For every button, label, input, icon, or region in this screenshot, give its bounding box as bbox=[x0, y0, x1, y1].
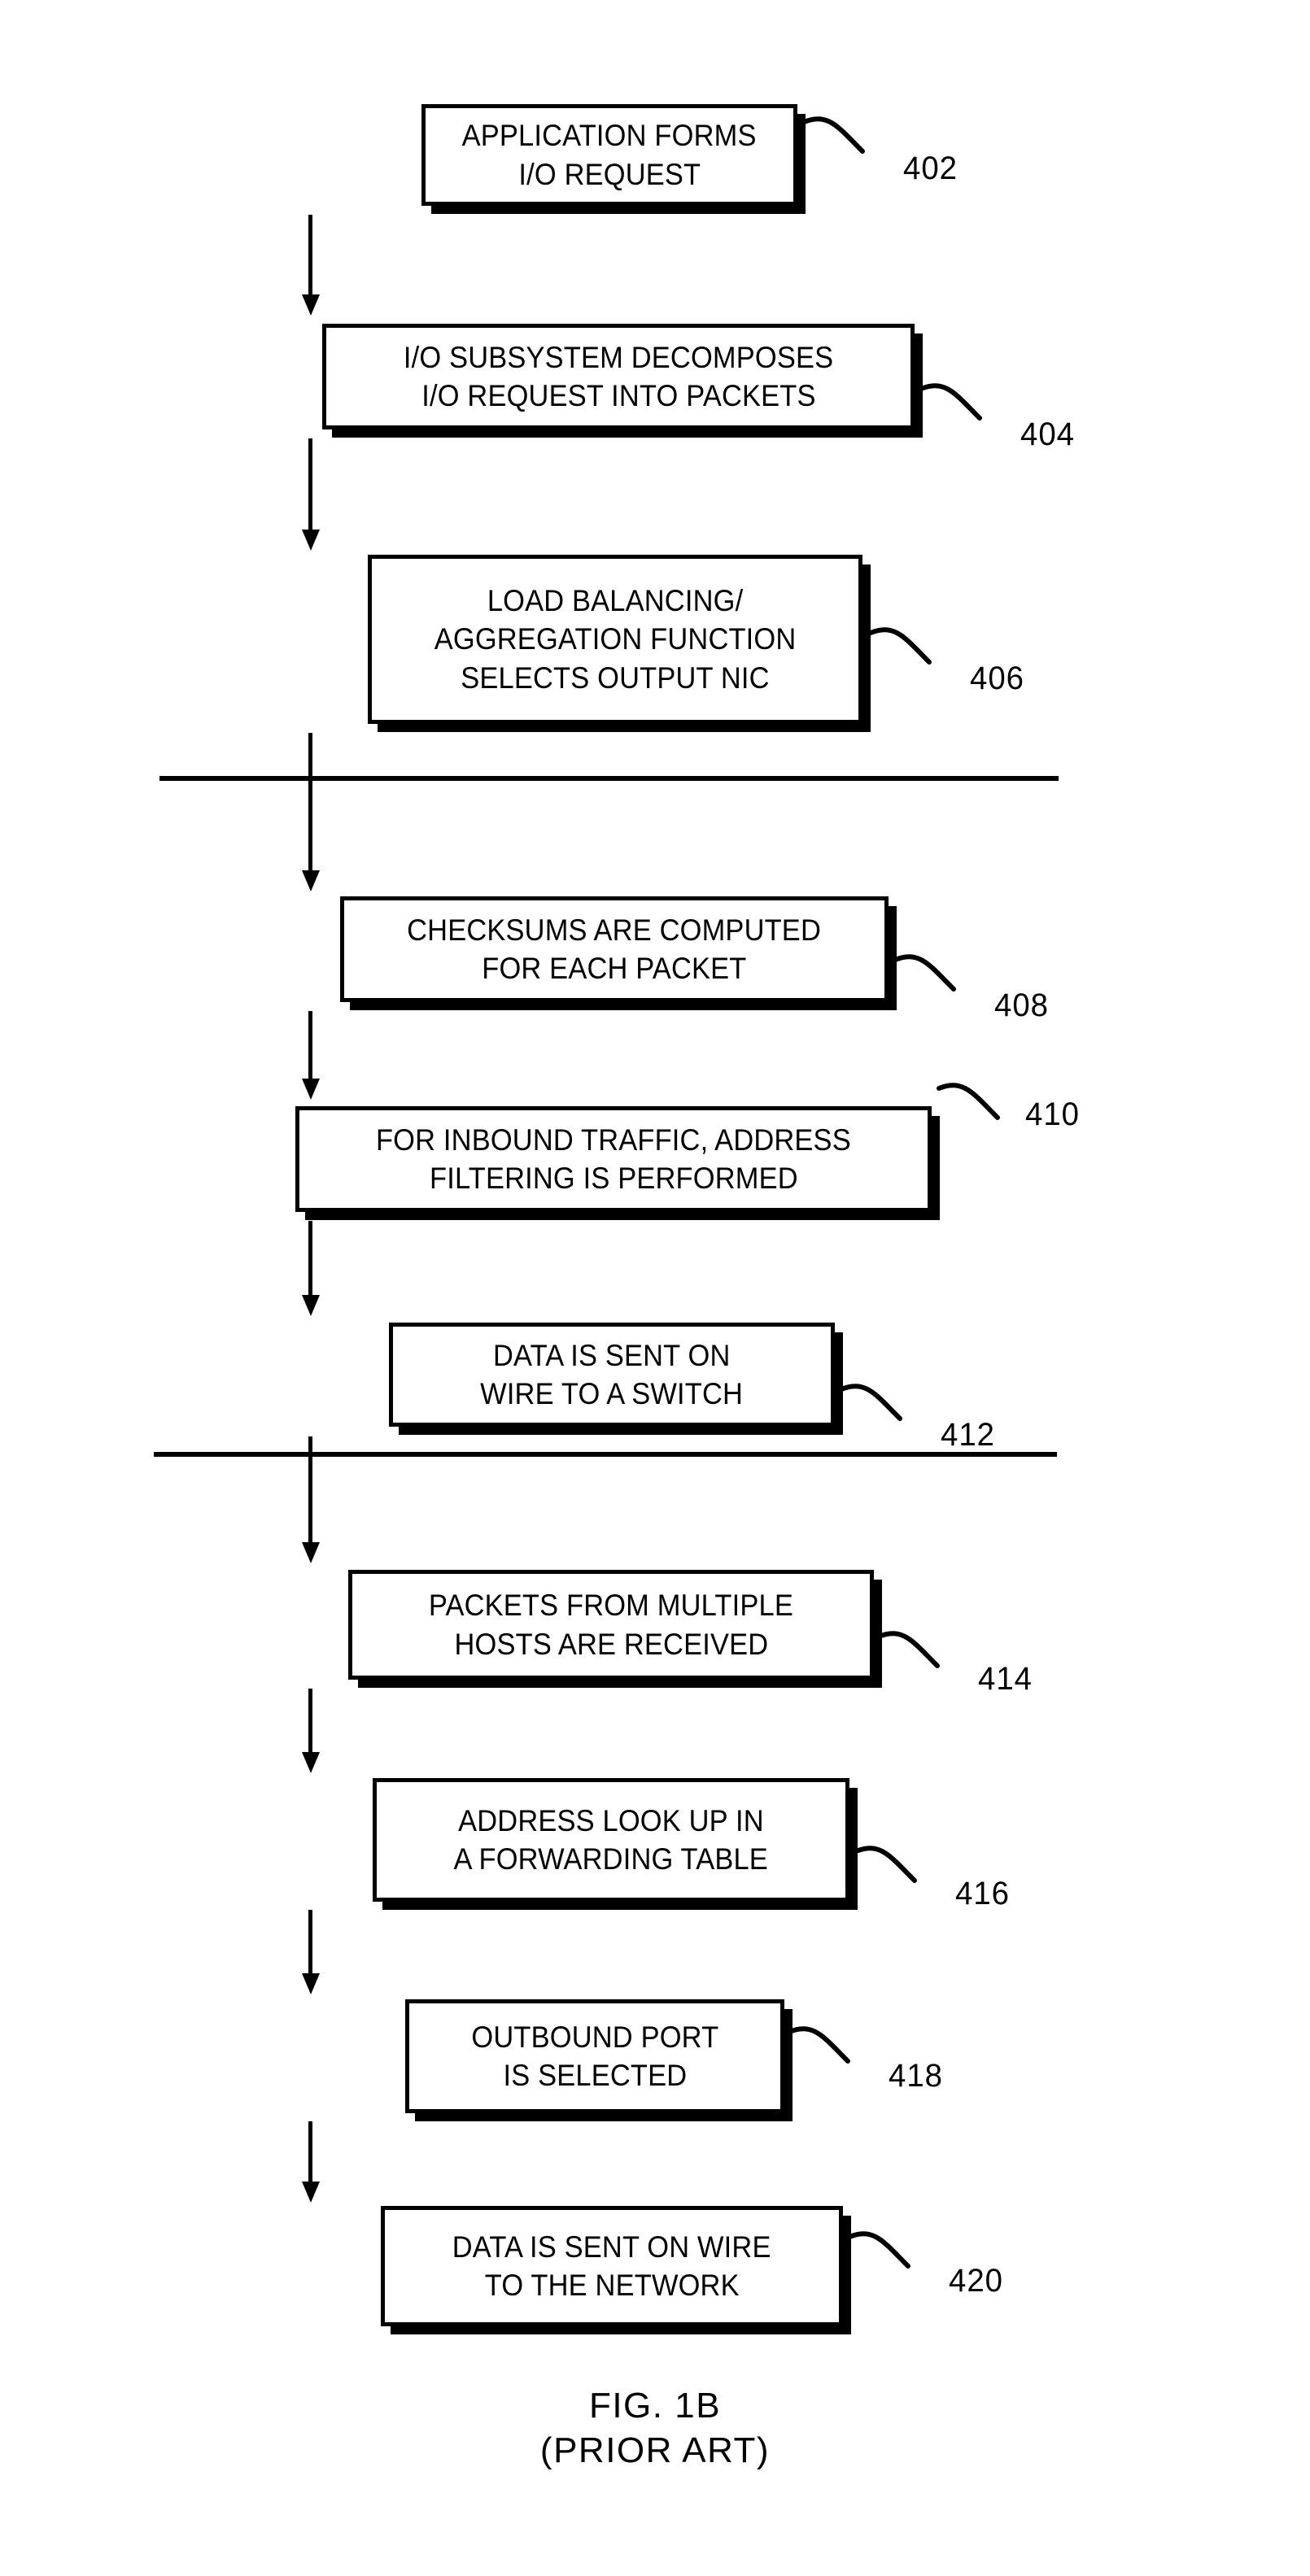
reference-numeral-420: 420 bbox=[949, 2263, 1003, 2299]
flow-node-416-line-1: ADDRESS LOOK UP IN bbox=[458, 1803, 764, 1837]
flow-node-404-line-1: I/O SUBSYSTEM DECOMPOSES bbox=[403, 340, 834, 374]
connector-410-to-412 bbox=[308, 1221, 312, 1301]
reference-numeral-414: 414 bbox=[978, 1661, 1033, 1697]
arrowhead-414-to-416 bbox=[302, 1752, 320, 1773]
arrowhead-406-to-408 bbox=[302, 870, 320, 891]
arrowhead-402-to-404 bbox=[302, 294, 320, 316]
reference-numeral-404: 404 bbox=[1020, 416, 1075, 452]
figure-caption-subtitle: (PRIOR ART) bbox=[539, 2430, 771, 2471]
connector-404-to-406 bbox=[308, 438, 312, 534]
leader-line-404 bbox=[919, 383, 982, 421]
leader-line-418 bbox=[787, 2026, 850, 2064]
flow-node-412-line-2: WIRE TO A SWITCH bbox=[480, 1377, 744, 1410]
flow-node-420-line-1: DATA IS SENT ON WIRE bbox=[452, 2229, 771, 2264]
flow-node-420: DATA IS SENT ON WIRE TO THE NETWORK bbox=[381, 2206, 843, 2326]
leader-line-416 bbox=[854, 1846, 917, 1883]
flow-node-408: CHECKSUMS ARE COMPUTED FOR EACH PACKET bbox=[340, 896, 889, 1002]
arrowhead-408-to-410 bbox=[302, 1079, 320, 1100]
connector-418-to-420 bbox=[308, 2121, 312, 2186]
flow-node-418-line-1: OUTBOUND PORT bbox=[471, 2020, 718, 2054]
flow-node-402-line-1: APPLICATION FORMS bbox=[462, 119, 757, 153]
figure-caption: FIG. 1B (PRIOR ART) bbox=[0, 2383, 1310, 2474]
flow-node-420-line-2: TO THE NETWORK bbox=[484, 2269, 740, 2302]
flow-node-404-line-2: I/O REQUEST INTO PACKETS bbox=[421, 379, 816, 412]
flow-node-404: I/O SUBSYSTEM DECOMPOSES I/O REQUEST INT… bbox=[322, 324, 915, 429]
flow-node-418-line-2: IS SELECTED bbox=[503, 2059, 687, 2092]
flow-node-402: APPLICATION FORMS I/O REQUEST bbox=[421, 104, 797, 206]
reference-numeral-408: 408 bbox=[994, 987, 1049, 1023]
figure-caption-title: FIG. 1B bbox=[588, 2386, 722, 2426]
leader-line-410 bbox=[937, 1083, 1000, 1120]
flow-node-410-line-1: FOR INBOUND TRAFFIC, ADDRESS bbox=[376, 1122, 851, 1157]
reference-numeral-410: 410 bbox=[1025, 1096, 1080, 1132]
arrowhead-410-to-412 bbox=[302, 1295, 320, 1316]
flow-node-406-line-1: LOAD BALANCING/ bbox=[487, 583, 744, 617]
connector-414-to-416 bbox=[308, 1689, 312, 1758]
leader-line-414 bbox=[876, 1631, 940, 1668]
section-divider-1 bbox=[159, 776, 1059, 781]
leader-line-408 bbox=[893, 954, 956, 992]
flow-node-410: FOR INBOUND TRAFFIC, ADDRESS FILTERING I… bbox=[295, 1106, 932, 1212]
connector-406-to-408 bbox=[308, 733, 312, 875]
connector-402-to-404 bbox=[308, 215, 312, 299]
flow-node-406-line-2: AGGREGATION FUNCTION bbox=[434, 622, 797, 656]
arrowhead-404-to-406 bbox=[302, 530, 320, 551]
leader-line-412 bbox=[839, 1384, 902, 1421]
flow-node-416: ADDRESS LOOK UP IN A FORWARDING TABLE bbox=[373, 1778, 849, 1902]
flow-node-414: PACKETS FROM MULTIPLE HOSTS ARE RECEIVED bbox=[348, 1570, 874, 1680]
patent-figure-page: APPLICATION FORMS I/O REQUEST 402 I/O SU… bbox=[0, 0, 1310, 2576]
flow-node-408-line-2: FOR EACH PACKET bbox=[482, 952, 747, 985]
flow-node-408-line-1: CHECKSUMS ARE COMPUTED bbox=[407, 913, 822, 947]
arrowhead-418-to-420 bbox=[302, 2182, 320, 2203]
flow-node-414-line-1: PACKETS FROM MULTIPLE bbox=[428, 1589, 794, 1623]
reference-numeral-416: 416 bbox=[955, 1876, 1010, 1911]
flow-node-416-line-2: A FORWARDING TABLE bbox=[453, 1842, 769, 1876]
reference-numeral-418: 418 bbox=[889, 2058, 943, 2094]
flow-node-414-line-2: HOSTS ARE RECEIVED bbox=[454, 1627, 768, 1661]
flow-node-412: DATA IS SENT ON WIRE TO A SWITCH bbox=[389, 1323, 835, 1427]
flow-node-412-line-1: DATA IS SENT ON bbox=[493, 1338, 731, 1372]
arrowhead-416-to-418 bbox=[302, 1973, 320, 1994]
arrowhead-412-to-414 bbox=[302, 1542, 320, 1563]
flow-node-410-line-2: FILTERING IS PERFORMED bbox=[429, 1162, 798, 1195]
flow-node-406-line-3: SELECTS OUTPUT NIC bbox=[461, 660, 770, 695]
reference-numeral-412: 412 bbox=[941, 1417, 995, 1453]
flow-node-402-line-2: I/O REQUEST bbox=[518, 157, 701, 191]
connector-408-to-410 bbox=[308, 1011, 312, 1084]
leader-line-402 bbox=[801, 116, 865, 154]
connector-416-to-418 bbox=[308, 1910, 312, 1979]
flow-node-418: OUTBOUND PORT IS SELECTED bbox=[405, 1999, 784, 2113]
reference-numeral-402: 402 bbox=[903, 150, 958, 186]
reference-numeral-406: 406 bbox=[970, 660, 1024, 696]
leader-line-406 bbox=[868, 627, 932, 665]
section-divider-2 bbox=[154, 1452, 1057, 1457]
flow-node-406: LOAD BALANCING/ AGGREGATION FUNCTION SEL… bbox=[368, 555, 862, 724]
leader-line-420 bbox=[847, 2231, 910, 2269]
